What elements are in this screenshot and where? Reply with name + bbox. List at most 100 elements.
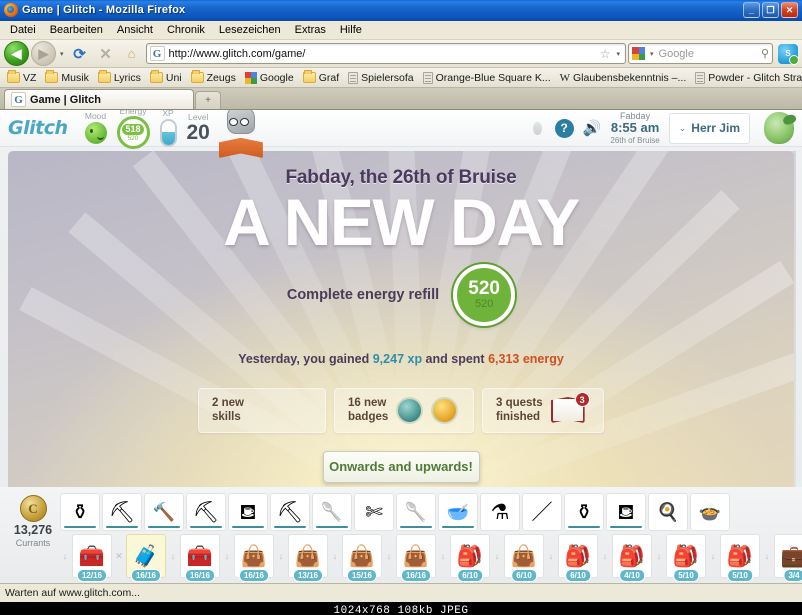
bag-slot-sack-grey[interactable]: 🎒 5/10 [720, 534, 760, 582]
tool-slot-pan[interactable]: 🍳 [648, 493, 688, 531]
tool-slot-pickaxe-2[interactable]: ⛏ [186, 493, 226, 531]
bag-slot-bag-pink[interactable]: 👜 6/10 [504, 534, 544, 582]
tool-slot-pickaxe-1[interactable]: ⛏ [102, 493, 142, 531]
bag-slot-case-silver[interactable]: 🧳 16/16 [126, 534, 166, 582]
bookmark-star-icon[interactable]: ☆ [600, 47, 611, 61]
bag-arrow-icon[interactable]: ↓ [438, 534, 448, 578]
menu-item-bearbeiten[interactable]: Bearbeiten [43, 22, 110, 38]
bookmark-musik[interactable]: Musik [41, 70, 92, 85]
tool-slot-grinder[interactable]: ⚱ [564, 493, 604, 531]
forward-button[interactable]: ▶ [31, 41, 56, 66]
bag-arrow-icon[interactable]: ↓ [330, 534, 340, 578]
tool-slot-watering-can-1[interactable]: ⛾ [228, 493, 268, 531]
user-menu-button[interactable]: ⌄ Herr Jim [668, 112, 750, 144]
home-button[interactable]: ⌂ [120, 42, 144, 66]
bag-slot-sack-orange-1[interactable]: 🎒 6/10 [558, 534, 598, 582]
tool-slot-tube[interactable]: ／ [522, 493, 562, 531]
maximize-button[interactable]: ❐ [762, 2, 779, 18]
bookmark-uni[interactable]: Uni [146, 70, 186, 85]
bookmark-powder-glitch[interactable]: Powder - Glitch Strate... [691, 71, 802, 85]
bookmark-vz[interactable]: VZ [3, 70, 40, 85]
bag-slot-sack-orange-2[interactable]: 🎒 4/10 [612, 534, 652, 582]
bag-quantity: 5/10 [673, 569, 699, 582]
search-engine-caret-icon[interactable]: ▾ [648, 50, 656, 58]
menu-item-chronik[interactable]: Chronik [160, 22, 212, 38]
bag-arrow-icon[interactable]: ↓ [654, 534, 664, 578]
menu-item-ansicht[interactable]: Ansicht [110, 22, 160, 38]
bug-report-icon[interactable] [529, 120, 546, 137]
menu-item-datei[interactable]: Datei [3, 22, 43, 38]
glitch-logo[interactable]: Glitch [8, 117, 80, 139]
address-dropdown-caret-icon[interactable]: ▾ [614, 50, 622, 58]
bag-arrow-icon[interactable]: ↓ [384, 534, 394, 578]
bag-slot-bag-green[interactable]: 👜 16/16 [396, 534, 436, 582]
bag-arrow-icon[interactable]: ↓ [222, 534, 232, 578]
tool-slot-anvil[interactable]: ⚱ [60, 493, 100, 531]
sound-icon[interactable]: 🔊 [583, 121, 602, 136]
reload-button[interactable]: ⟳ [68, 42, 92, 66]
bag-arrow-icon[interactable]: ↓ [708, 534, 718, 578]
new-badges-box[interactable]: 16 new badges [334, 387, 474, 433]
tool-slot-pickaxe-3[interactable]: ⛏ [270, 493, 310, 531]
bag-arrow-icon[interactable]: ↓ [492, 534, 502, 578]
history-dropdown-caret-icon[interactable]: ▾ [58, 50, 66, 58]
search-icon[interactable]: ⚲ [761, 47, 769, 60]
search-input[interactable]: Google [659, 48, 758, 60]
close-button[interactable]: ✕ [781, 2, 798, 18]
bag-slot-toolbox-green[interactable]: 🧰 16/16 [180, 534, 220, 582]
minimize-button[interactable]: _ [743, 2, 760, 18]
level-stat[interactable]: Level 20 [182, 113, 215, 144]
menu-item-lesezeichen[interactable]: Lesezeichen [212, 22, 288, 38]
tab-game-glitch[interactable]: G Game | Glitch [4, 89, 194, 109]
bookmark-orange-blue-square[interactable]: Orange-Blue Square K... [419, 71, 555, 85]
new-skills-box[interactable]: 2 new skills [198, 387, 326, 433]
skype-icon[interactable]: S [778, 43, 799, 65]
bag-slot-sack-orange-3[interactable]: 🎒 5/10 [666, 534, 706, 582]
bag-arrow-icon[interactable]: ↓ [600, 534, 610, 578]
bag-close-icon[interactable]: ✕ [114, 534, 124, 578]
back-button[interactable]: ◀ [4, 41, 29, 66]
quests-finished-box[interactable]: 3 quests finished 3 [482, 387, 604, 433]
bag-slot-bag-grey[interactable]: 👜 15/16 [342, 534, 382, 582]
tool-slot-scissors[interactable]: ✄ [354, 493, 394, 531]
bookmark-spielersofa[interactable]: Spielersofa [344, 71, 418, 85]
stop-button[interactable]: ✕ [94, 42, 118, 66]
bag-slot-sack-blue[interactable]: 🎒 6/10 [450, 534, 490, 582]
bookmark-lyrics[interactable]: Lyrics [94, 70, 145, 85]
bookmark-google[interactable]: Google [241, 71, 298, 85]
bag-arrow-icon[interactable]: ↓ [60, 534, 70, 578]
onwards-and-upwards-button[interactable]: Onwards and upwards! [322, 450, 480, 483]
tool-slot-shovel[interactable]: 🥄 [312, 493, 352, 531]
bag-arrow-icon[interactable]: ↓ [168, 534, 178, 578]
bookmark-glaubensbekenntnis[interactable]: W Glaubensbekenntnis –... [556, 71, 691, 85]
bag-slot-bag-tan[interactable]: 👜 13/16 [288, 534, 328, 582]
bookmark-zeugs[interactable]: Zeugs [187, 70, 240, 85]
tool-slot-mortar[interactable]: 🥣 [438, 493, 478, 531]
tool-slot-hammer[interactable]: 🔨 [144, 493, 184, 531]
help-icon[interactable]: ? [554, 118, 574, 138]
tool-slot-spade[interactable]: 🥄 [396, 493, 436, 531]
new-tab-button[interactable]: + [195, 91, 221, 109]
bag-slot-toolbox-yellow[interactable]: 🧰 12/16 [72, 534, 112, 582]
bag-arrow-icon[interactable]: ↓ [546, 534, 556, 578]
chevron-down-icon: ⌄ [678, 122, 687, 133]
currants-display[interactable]: C 13,276 Currants [6, 493, 60, 548]
bookmark-graf[interactable]: Graf [299, 70, 343, 85]
avatar[interactable] [764, 112, 794, 144]
bag-slot-bag-blue[interactable]: 👜 16/16 [234, 534, 274, 582]
menu-item-hilfe[interactable]: Hilfe [333, 22, 369, 38]
tool-slot-watering-can-2[interactable]: ⛾ [606, 493, 646, 531]
badges-line2: badges [348, 411, 389, 424]
bag-arrow-icon[interactable]: ↓ [276, 534, 286, 578]
bag-slot-satchel-brown[interactable]: 💼 3/4 [774, 534, 802, 582]
menu-item-extras[interactable]: Extras [288, 22, 333, 38]
energy-stat[interactable]: Energy 518 520 [112, 110, 155, 150]
tool-slot-pot[interactable]: 🍲 [690, 493, 730, 531]
xp-stat[interactable]: XP [155, 110, 182, 147]
address-bar[interactable]: G http://www.glitch.com/game/ ☆ ▾ [145, 43, 626, 64]
search-bar[interactable]: ▾ Google ⚲ [628, 43, 773, 64]
bag-quantity: 5/10 [727, 569, 753, 582]
tool-slot-flask[interactable]: ⚗ [480, 493, 520, 531]
mood-stat[interactable]: Mood [80, 112, 112, 144]
bag-arrow-icon[interactable]: ↓ [762, 534, 772, 578]
